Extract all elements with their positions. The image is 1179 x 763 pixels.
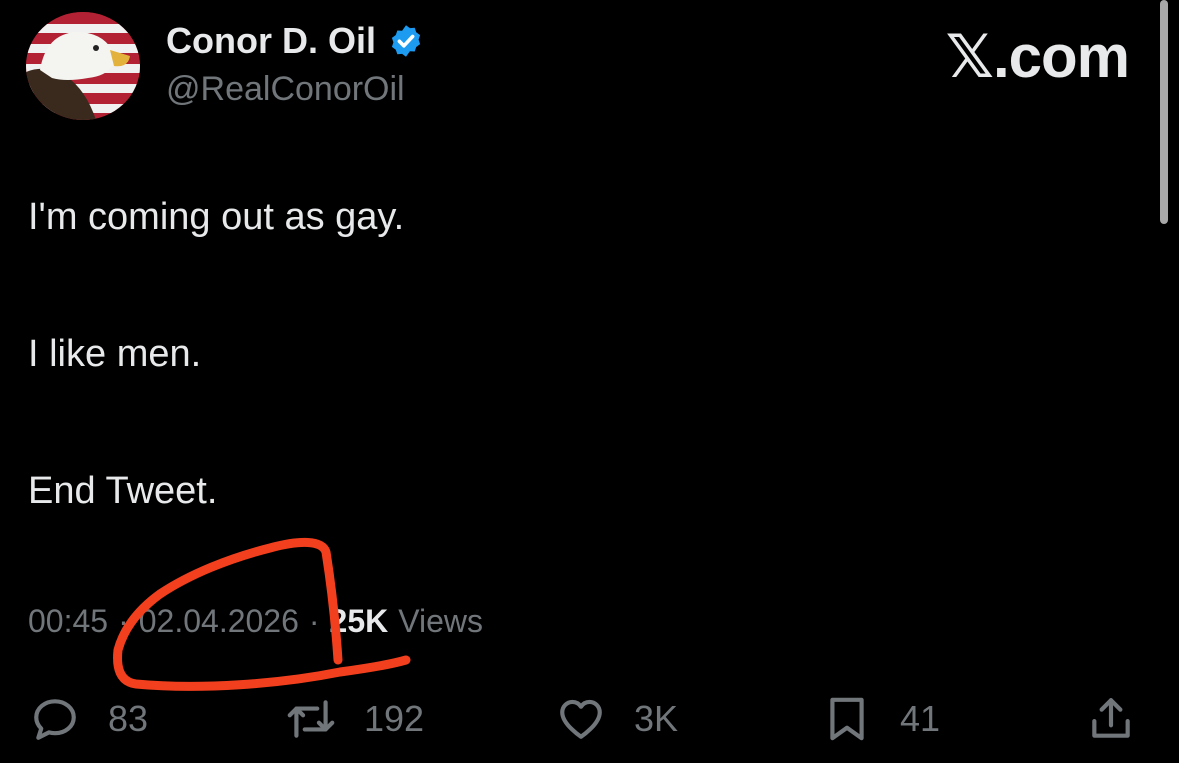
views-label: Views [398, 603, 484, 639]
meta-separator: · [308, 603, 320, 639]
tweet-text-line: End Tweet. [28, 470, 218, 512]
reply-icon [30, 694, 80, 744]
reply-button[interactable]: 83 [30, 694, 148, 744]
tweet-date[interactable]: 02.04.2026 [139, 603, 299, 640]
tweet-meta: 00:45 · 02.04.2026 · 25K Views [28, 603, 483, 640]
tweet-text-line: I'm coming out as gay. [28, 196, 405, 238]
tweet-time[interactable]: 00:45 [28, 603, 108, 640]
meta-separator: · [118, 603, 129, 639]
author-display-name[interactable]: Conor D. Oil [166, 20, 376, 62]
red-annotation-scribble [113, 537, 411, 691]
like-button[interactable]: 3K [556, 694, 678, 744]
reply-count: 83 [108, 698, 149, 739]
like-count: 3K [634, 698, 679, 739]
share-icon [1086, 694, 1136, 744]
author-name-row[interactable]: Conor D. Oil [166, 20, 424, 62]
views-count[interactable]: 25K [330, 603, 389, 640]
repost-count: 192 [364, 698, 425, 739]
author-avatar[interactable] [26, 12, 140, 120]
scrollbar[interactable] [1160, 0, 1168, 224]
repost-button[interactable]: 192 [286, 694, 424, 744]
bookmark-count: 41 [900, 698, 941, 739]
verified-badge-icon [388, 23, 424, 59]
share-button[interactable] [1086, 694, 1136, 744]
brand-logo: 𝕏.com [945, 23, 1130, 90]
heart-icon [556, 694, 606, 744]
tweet-text-line: I like men. [28, 333, 202, 375]
bookmark-button[interactable]: 41 [822, 694, 940, 744]
bookmark-icon [822, 694, 872, 744]
repost-icon [286, 694, 336, 744]
author-handle[interactable]: @RealConorOil [166, 70, 405, 109]
eagle-flag-avatar-icon [26, 12, 140, 120]
